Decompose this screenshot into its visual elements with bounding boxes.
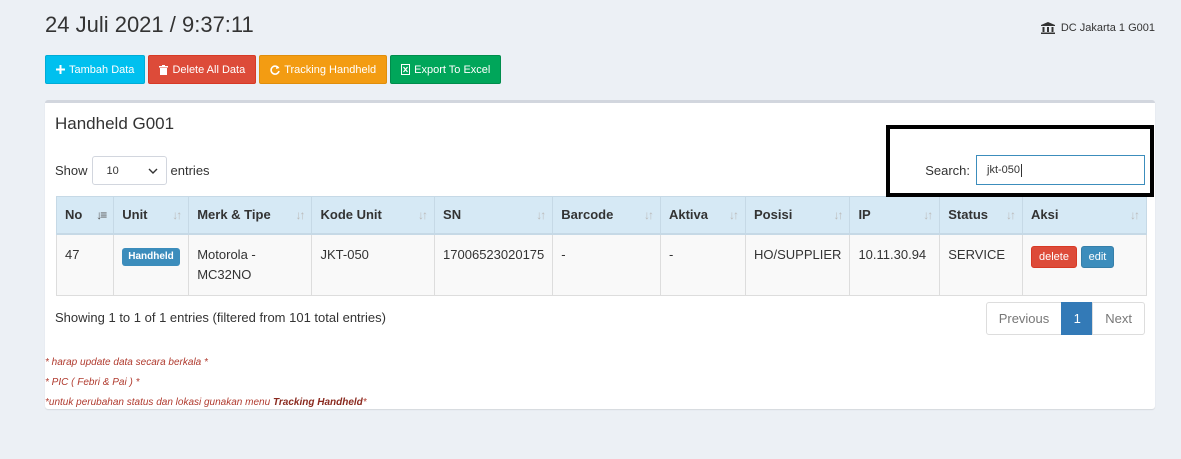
delete-all-button[interactable]: Delete All Data <box>148 55 257 84</box>
column-header-ip[interactable]: IP ↓↑ <box>849 196 941 235</box>
note-tracking-prefix: *untuk perubahan status dan lokasi gunak… <box>45 397 273 408</box>
cell-kode-unit: JKT-050 <box>311 233 436 296</box>
location-label: DC Jakarta 1 G001 <box>1060 22 1155 34</box>
edit-row-button[interactable]: edit <box>1080 245 1115 268</box>
note-tracking-suffix: * <box>362 397 367 408</box>
cell-aktiva: - <box>659 233 747 296</box>
page-1-button[interactable]: 1 <box>1061 302 1094 335</box>
toolbar: Tambah Data Delete All Data Tracking Han… <box>45 55 502 84</box>
cell-posisi: HO/SUPPLIER <box>745 233 851 296</box>
note-pic: * PIC ( Febri & Pai ) * <box>45 377 140 388</box>
column-header-posisi[interactable]: Posisi ↓↑ <box>745 196 851 235</box>
chevron-down-icon <box>148 165 158 177</box>
tracking-handheld-button[interactable]: Tracking Handheld <box>259 55 388 84</box>
search-input[interactable]: jkt-050 <box>976 155 1145 185</box>
refresh-icon <box>270 64 280 75</box>
column-header-barcode[interactable]: Barcode ↓↑ <box>552 196 661 235</box>
pagination: Previous 1 Next <box>985 302 1145 335</box>
search-label: Search: <box>925 162 970 178</box>
cell-aksi: delete edit <box>1021 233 1148 296</box>
text-cursor <box>1021 163 1023 177</box>
sort-icon: ↓↑ <box>418 207 428 222</box>
cell-barcode: - <box>552 233 661 296</box>
export-excel-label: Export To Excel <box>414 63 491 76</box>
handheld-box: Handheld G001 Show 10 entries Search: jk… <box>45 100 1155 409</box>
column-header-merk[interactable]: Merk & Tipe ↓↑ <box>188 196 313 235</box>
table-info: Showing 1 to 1 of 1 entries (filtered fr… <box>55 310 386 325</box>
search-control: Search: jkt-050 <box>925 155 1145 185</box>
handheld-table: No ↓≡ Unit ↓↑ Merk & Tipe ↓↑ Kode Unit ↓↑ SN… <box>55 196 1148 296</box>
cell-sn: 17006523020175 <box>434 233 554 296</box>
sort-icon: ↓↑ <box>643 207 654 222</box>
column-header-aksi[interactable]: Aksi ↓↑ <box>1021 196 1148 235</box>
tracking-handheld-label: Tracking Handheld <box>284 63 377 76</box>
sort-icon: ↓↑ <box>295 207 305 222</box>
column-header-no[interactable]: No ↓≡ <box>55 196 115 235</box>
note-update: * harap update data secara berkala * <box>45 357 208 368</box>
column-header-sn[interactable]: SN ↓↑ <box>434 196 554 235</box>
table-row: 47 Handheld Motorola - MC32NO JKT-050 17… <box>55 233 1148 296</box>
table-header-row: No ↓≡ Unit ↓↑ Merk & Tipe ↓↑ Kode Unit ↓↑ SN… <box>55 196 1148 235</box>
column-header-aktiva[interactable]: Aktiva ↓↑ <box>659 196 747 235</box>
sort-icon: ↓↑ <box>833 207 843 222</box>
show-label: Show <box>55 163 88 178</box>
column-header-unit[interactable]: Unit ↓↑ <box>113 196 190 235</box>
unit-badge: Handheld <box>122 247 180 266</box>
sort-icon: ↓↑ <box>172 207 182 222</box>
entries-label: entries <box>170 163 210 178</box>
cell-no: 47 <box>55 233 115 296</box>
sort-icon: ↓↑ <box>923 207 933 222</box>
box-title: Handheld G001 <box>55 114 175 133</box>
previous-page-button[interactable]: Previous <box>985 302 1063 335</box>
note-tracking-menu: Tracking Handheld <box>272 397 363 408</box>
trash-icon <box>159 64 169 75</box>
excel-file-icon <box>401 64 411 75</box>
plus-icon <box>56 65 65 74</box>
delete-all-label: Delete All Data <box>172 63 246 76</box>
entries-length-select[interactable]: 10 <box>91 156 167 185</box>
sort-asc-icon: ↓≡ <box>96 207 107 222</box>
location-indicator: DC Jakarta 1 G001 <box>1040 22 1155 34</box>
cell-merk: Motorola - MC32NO <box>188 233 313 296</box>
add-data-button[interactable]: Tambah Data <box>45 55 146 84</box>
cell-unit: Handheld <box>113 233 190 296</box>
entries-length-control: Show 10 entries <box>55 156 210 185</box>
column-header-kode-unit[interactable]: Kode Unit ↓↑ <box>311 196 436 235</box>
notes: * harap update data secara berkala * * P… <box>45 353 367 413</box>
next-page-button[interactable]: Next <box>1092 302 1145 335</box>
sort-icon: ↓↑ <box>536 207 546 222</box>
column-header-status[interactable]: Status ↓↑ <box>939 196 1023 235</box>
sort-icon: ↓↑ <box>729 207 739 222</box>
cell-ip: 10.11.30.94 <box>849 233 941 296</box>
search-value: jkt-050 <box>987 164 1021 176</box>
cell-status: SERVICE <box>939 233 1023 296</box>
export-excel-button[interactable]: Export To Excel <box>390 55 502 84</box>
sort-icon: ↓↑ <box>1130 207 1140 222</box>
sort-icon: ↓↑ <box>1005 207 1016 222</box>
delete-row-button[interactable]: delete <box>1030 245 1077 268</box>
bank-icon <box>1040 22 1055 34</box>
entries-length-value: 10 <box>106 164 119 177</box>
add-data-label: Tambah Data <box>69 63 135 76</box>
page-title: 24 Juli 2021 / 9:37:11 <box>45 12 254 37</box>
note-tracking: *untuk perubahan status dan lokasi gunak… <box>45 393 367 413</box>
